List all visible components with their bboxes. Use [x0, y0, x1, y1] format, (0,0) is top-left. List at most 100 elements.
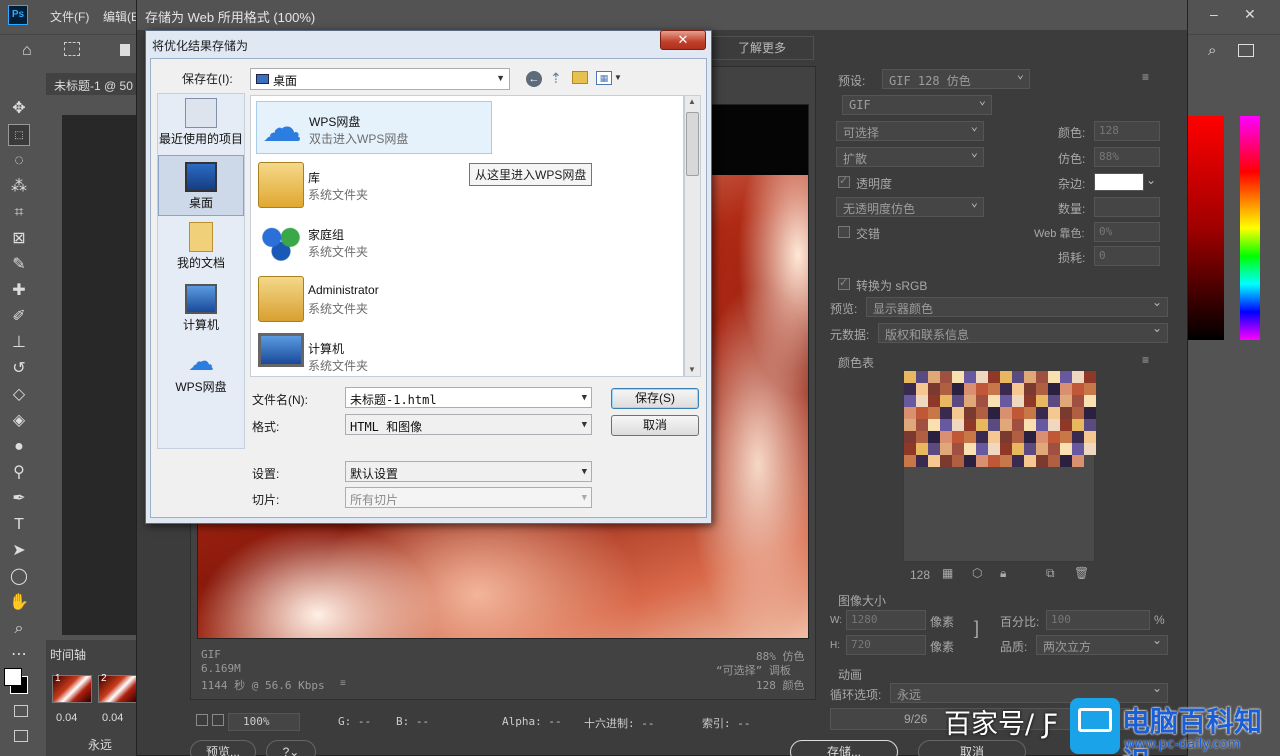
palette-swatch[interactable] — [1024, 395, 1036, 407]
move-icon[interactable]: ✥ — [8, 98, 30, 120]
palette-swatch[interactable] — [904, 371, 916, 383]
home-icon[interactable]: ⌂ — [22, 42, 32, 60]
palette-swatch[interactable] — [976, 443, 988, 455]
palette-swatch[interactable] — [916, 383, 928, 395]
palette-swatch[interactable] — [904, 455, 916, 467]
screen-mode-icon[interactable] — [14, 730, 28, 742]
palette-swatch[interactable] — [1060, 431, 1072, 443]
palette-swatch[interactable] — [1000, 431, 1012, 443]
palette-swatch[interactable] — [964, 455, 976, 467]
palette-swatch[interactable] — [916, 443, 928, 455]
up-folder-icon[interactable]: ⇡ — [550, 70, 562, 87]
palette-swatch[interactable] — [1000, 395, 1012, 407]
healing-icon[interactable]: ✚ — [8, 280, 30, 302]
format-select[interactable]: HTML 和图像 — [345, 414, 592, 435]
palette-swatch[interactable] — [940, 431, 952, 443]
lossy-input[interactable]: 0 — [1094, 246, 1160, 266]
palette-swatch[interactable] — [952, 455, 964, 467]
palette-swatch[interactable] — [976, 395, 988, 407]
file-item-library[interactable]: 库 系统文件夹 — [256, 158, 492, 211]
bucket-icon[interactable]: ◈ — [8, 410, 30, 432]
palette-swatch[interactable] — [1012, 443, 1024, 455]
palette-swatch[interactable] — [952, 407, 964, 419]
new-folder-icon[interactable] — [572, 71, 588, 84]
palette-swatch[interactable] — [1024, 431, 1036, 443]
matte-dropdown-icon[interactable]: ⌄ — [1146, 173, 1156, 187]
palette-swatch[interactable] — [952, 383, 964, 395]
palette-swatch[interactable] — [1024, 407, 1036, 419]
palette-swatch[interactable] — [1072, 407, 1084, 419]
palette-swatch[interactable] — [1048, 395, 1060, 407]
palette-swatch[interactable] — [1060, 443, 1072, 455]
document-tab[interactable]: 未标题-1 @ 50 — [46, 73, 138, 95]
palette-swatch[interactable] — [1036, 443, 1048, 455]
stamp-icon[interactable]: ⊥ — [8, 332, 30, 354]
cancel-button[interactable]: 取消 — [918, 740, 1026, 756]
dodge-icon[interactable]: ⚲ — [8, 462, 30, 484]
timeline-loop[interactable]: 永远 — [88, 736, 112, 753]
file-item-administrator[interactable]: Administrator 系统文件夹 — [256, 272, 492, 325]
quality-select[interactable]: 两次立方 — [1036, 633, 1168, 655]
palette-swatch[interactable] — [928, 395, 940, 407]
palette-swatch[interactable] — [976, 419, 988, 431]
palette-swatch[interactable] — [1072, 395, 1084, 407]
transparency-checkbox[interactable] — [838, 174, 850, 188]
palette-swatch[interactable] — [940, 383, 952, 395]
palette-swatch[interactable] — [1024, 455, 1036, 467]
save-button[interactable]: 存储... — [790, 740, 898, 756]
palette-swatch[interactable] — [1036, 455, 1048, 467]
palette-swatch[interactable] — [1060, 407, 1072, 419]
palette-swatch[interactable] — [1048, 431, 1060, 443]
place-computer[interactable]: 计算机 — [158, 284, 244, 333]
view-menu-icon[interactable]: ▦ — [596, 71, 612, 85]
dither-input[interactable]: 88% — [1094, 147, 1160, 167]
web-shift-icon[interactable]: ⬡ — [972, 566, 982, 580]
palette-swatch[interactable] — [952, 371, 964, 383]
place-recent[interactable]: 最近使用的项目 — [158, 98, 244, 147]
palette-swatch[interactable] — [1036, 407, 1048, 419]
zoom-icon[interactable]: ⌕ — [8, 618, 30, 640]
palette-swatch[interactable] — [1060, 455, 1072, 467]
palette-swatch[interactable] — [1048, 443, 1060, 455]
palette-swatch[interactable] — [928, 407, 940, 419]
palette-swatch[interactable] — [1024, 371, 1036, 383]
palette-swatch[interactable] — [1072, 371, 1084, 383]
palette-swatch[interactable] — [1000, 419, 1012, 431]
palette-swatch[interactable] — [964, 395, 976, 407]
palette-swatch[interactable] — [976, 407, 988, 419]
minimize-icon[interactable]: – — [1210, 6, 1218, 22]
palette-swatch[interactable] — [1084, 407, 1096, 419]
marquee-icon[interactable]: ⬚ — [8, 124, 30, 146]
palette-swatch[interactable] — [940, 419, 952, 431]
palette-swatch[interactable] — [1084, 443, 1096, 455]
dialog-cancel-button[interactable]: 取消 — [611, 415, 699, 436]
close-icon[interactable]: ✕ — [1244, 6, 1256, 23]
palette-swatch[interactable] — [1072, 383, 1084, 395]
matte-color-swatch[interactable] — [1094, 173, 1144, 191]
type-icon[interactable]: T — [8, 514, 30, 536]
palette-swatch[interactable] — [916, 371, 928, 383]
palette-swatch[interactable] — [1084, 371, 1096, 383]
file-item-homegroup[interactable]: 家庭组 系统文件夹 — [256, 215, 492, 268]
palette-swatch[interactable] — [1036, 371, 1048, 383]
palette-swatch[interactable] — [1012, 407, 1024, 419]
colors-input[interactable]: 128 — [1094, 121, 1160, 141]
palette-swatch[interactable] — [988, 371, 1000, 383]
zoom-level-select[interactable]: 100% — [228, 713, 300, 731]
eyedropper-icon[interactable]: ✎ — [8, 254, 30, 276]
palette-swatch[interactable] — [952, 395, 964, 407]
scroll-up-icon[interactable]: ▲ — [688, 97, 696, 106]
width-input[interactable]: 1280 — [846, 610, 926, 630]
palette-swatch[interactable] — [1036, 431, 1048, 443]
palette-swatch[interactable] — [1000, 443, 1012, 455]
palette-swatch[interactable] — [1036, 419, 1048, 431]
palette-swatch[interactable] — [928, 371, 940, 383]
palette-swatch[interactable] — [1072, 443, 1084, 455]
palette-swatch[interactable] — [1012, 371, 1024, 383]
palette-swatch[interactable] — [1024, 443, 1036, 455]
frame-icon[interactable]: ⊠ — [8, 228, 30, 250]
place-documents[interactable]: 我的文档 — [158, 222, 244, 271]
palette-swatch[interactable] — [940, 407, 952, 419]
palette-swatch[interactable] — [928, 455, 940, 467]
view-dropdown-icon[interactable]: ▼ — [614, 73, 622, 82]
